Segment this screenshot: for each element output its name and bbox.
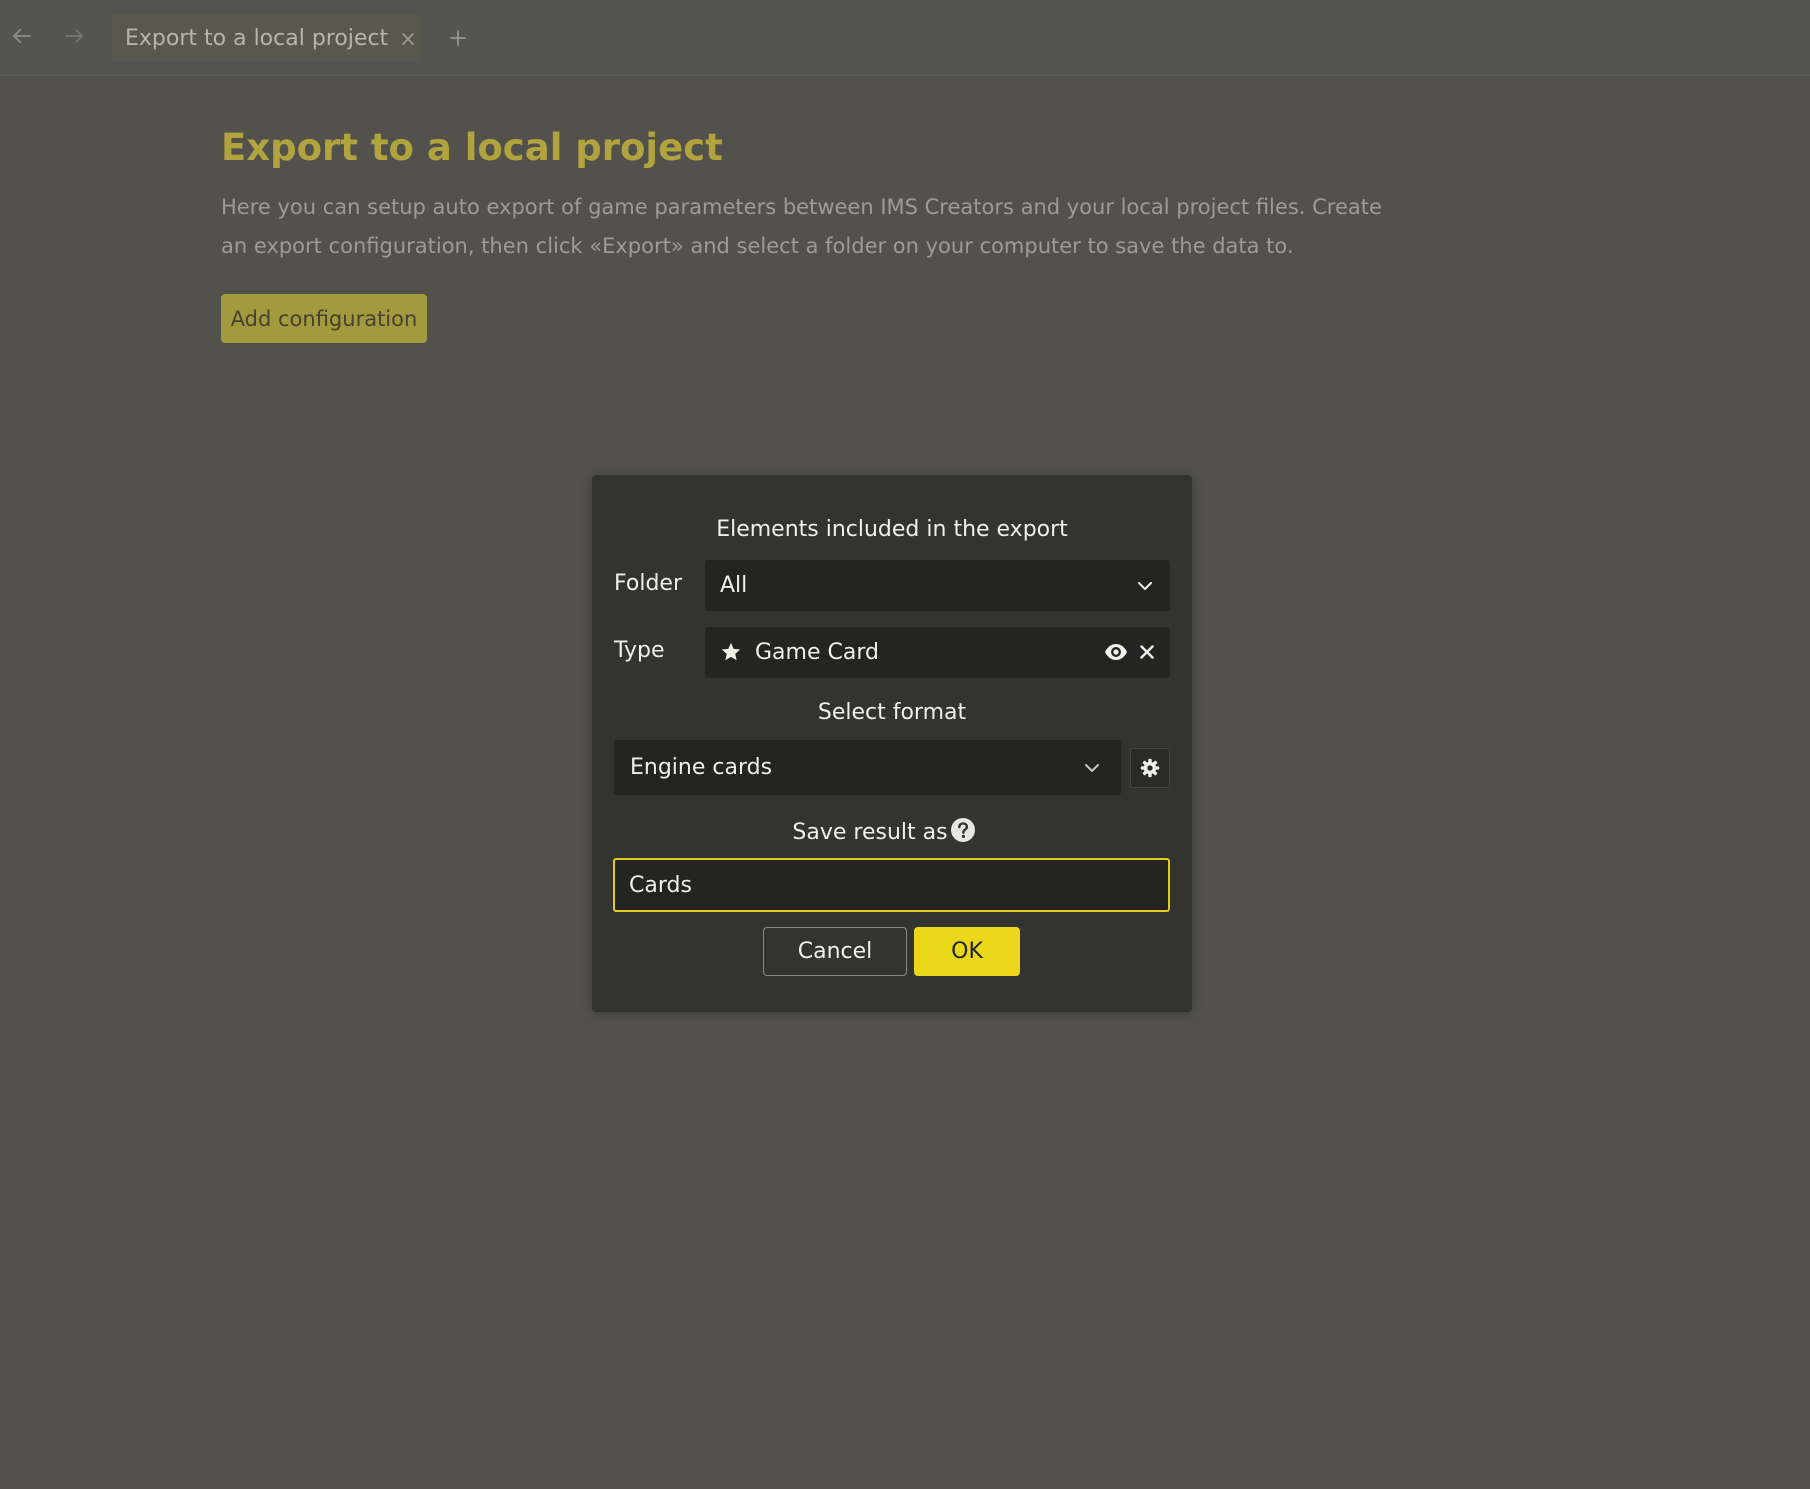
clear-type-icon[interactable]	[1135, 640, 1159, 664]
plus-icon	[450, 30, 466, 46]
star-icon	[719, 640, 743, 664]
forward-button[interactable]	[56, 16, 92, 56]
type-label: Type	[614, 638, 665, 663]
arrow-right-icon	[65, 29, 83, 43]
ok-button[interactable]: OK	[914, 927, 1020, 976]
folder-value: All	[720, 573, 748, 598]
tab-export-local-project[interactable]: Export to a local project	[112, 14, 420, 62]
tab-bar: Export to a local project	[0, 0, 1810, 76]
export-config-dialog: Elements included in the export Folder A…	[592, 475, 1192, 1012]
format-value: Engine cards	[630, 755, 773, 780]
eye-icon[interactable]	[1104, 640, 1128, 664]
save-result-heading: Save result as	[792, 820, 948, 845]
save-result-input[interactable]	[613, 858, 1170, 912]
page-description: Here you can setup auto export of game p…	[221, 195, 1382, 258]
folder-select[interactable]: All	[705, 560, 1170, 611]
add-configuration-button[interactable]: Add configuration	[221, 294, 427, 343]
elements-heading: Elements included in the export	[716, 517, 1068, 542]
type-value: Game Card	[755, 640, 879, 665]
cancel-button[interactable]: Cancel	[763, 927, 907, 976]
question-mark-icon	[951, 818, 975, 842]
close-icon	[402, 33, 415, 45]
help-button[interactable]	[950, 817, 976, 843]
folder-label: Folder	[614, 571, 682, 596]
chevron-down-icon	[1137, 578, 1153, 594]
back-button[interactable]	[4, 16, 40, 56]
add-tab-button[interactable]	[446, 20, 470, 56]
format-select[interactable]: Engine cards	[614, 740, 1121, 795]
select-format-heading: Select format	[817, 700, 967, 725]
gear-icon	[1140, 758, 1160, 778]
format-settings-button[interactable]	[1130, 748, 1170, 788]
tab-close-button[interactable]	[402, 26, 415, 50]
tab-label: Export to a local project	[125, 25, 389, 51]
chevron-down-icon	[1084, 760, 1100, 776]
type-select[interactable]: Game Card	[705, 627, 1170, 678]
page-title: Export to a local project	[221, 126, 723, 169]
arrow-left-icon	[13, 29, 31, 43]
